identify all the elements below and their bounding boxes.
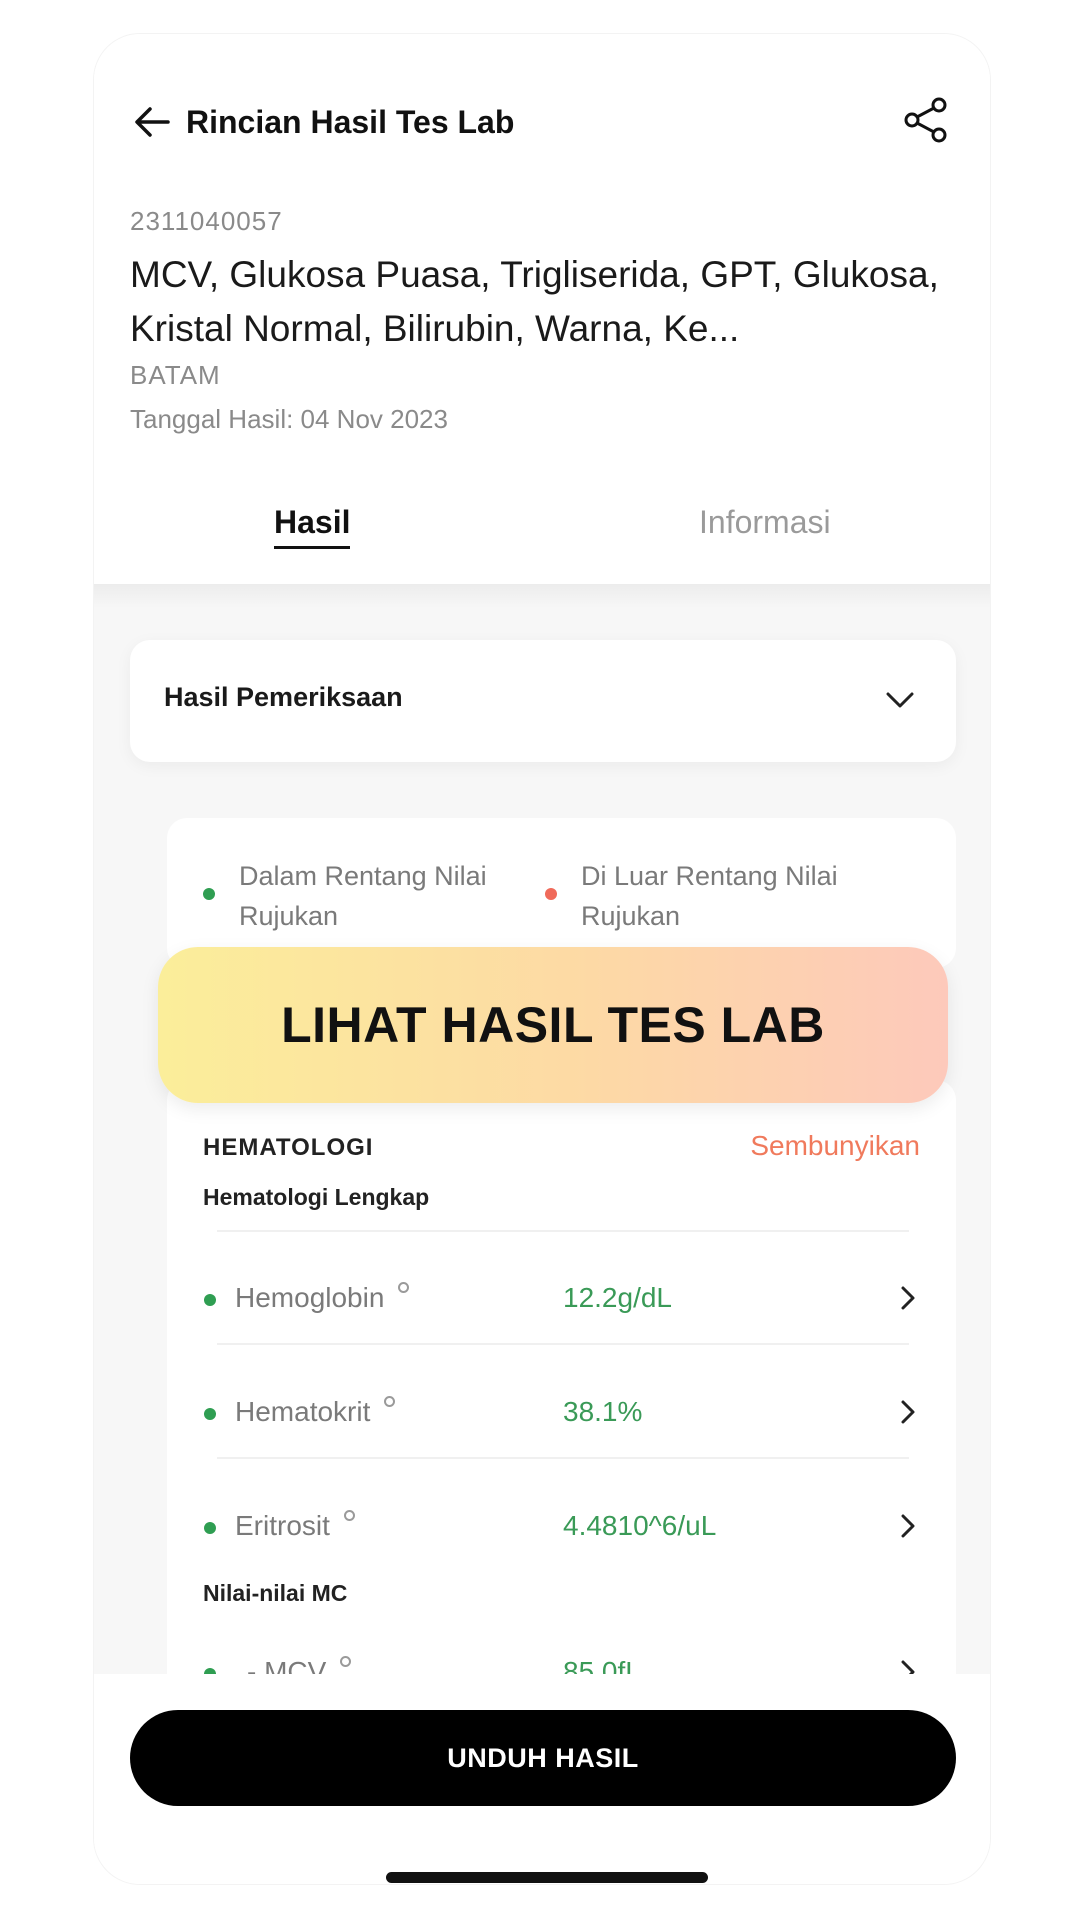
legend-out-range: Di Luar Rentang Nilai Rujukan — [545, 856, 925, 936]
result-date: Tanggal Hasil: 04 Nov 2023 — [130, 404, 448, 434]
legend-in-range-label: Dalam Rentang Nilai Rujukan — [239, 861, 487, 931]
info-icon[interactable] — [343, 1510, 355, 1521]
table-row[interactable]: - MCV 85.0fL — [167, 1644, 956, 1674]
banner-text: LIHAT HASIL TES LAB — [281, 997, 825, 1053]
bottom-bar: UNDUH HASIL — [94, 1674, 990, 1884]
promo-banner[interactable]: LIHAT HASIL TES LAB — [158, 947, 948, 1103]
chevron-right-icon — [901, 1660, 915, 1674]
chevron-right-icon — [901, 1514, 915, 1538]
results-accordion[interactable]: Hasil Pemeriksaan — [130, 640, 956, 762]
result-value: 4.4810^6/uL — [563, 1510, 717, 1541]
share-icon[interactable] — [900, 94, 952, 146]
download-button[interactable]: UNDUH HASIL — [130, 1710, 956, 1806]
red-dot-icon — [545, 888, 557, 900]
tab-hasil[interactable]: Hasil — [274, 500, 351, 549]
order-number: 2311040057 — [130, 206, 283, 236]
section-header: HEMATOLOGI — [203, 1134, 374, 1161]
tab-informasi[interactable]: Informasi — [699, 500, 831, 544]
chevron-right-icon — [901, 1400, 915, 1424]
chevron-down-icon — [886, 692, 914, 708]
info-icon[interactable] — [340, 1656, 352, 1667]
results-card: HEMATOLOGI Sembunyikan Hematologi Lengka… — [167, 1080, 956, 1674]
info-icon[interactable] — [398, 1282, 410, 1293]
test-list: MCV, Glukosa Puasa, Trigliserida, GPT, G… — [130, 254, 939, 349]
content-shadow — [94, 584, 990, 608]
group-title: Hematologi Lengkap — [203, 1184, 430, 1210]
table-row[interactable]: Hematokrit 38.1% — [167, 1384, 956, 1444]
hide-link[interactable]: Sembunyikan — [750, 1130, 920, 1162]
result-value: 12.2g/dL — [563, 1282, 672, 1313]
result-value: 38.1% — [563, 1396, 643, 1427]
green-dot-icon — [203, 888, 215, 900]
divider — [217, 1457, 909, 1459]
status-dot-icon — [204, 1408, 216, 1420]
result-name: Eritrosit — [235, 1510, 355, 1542]
home-indicator[interactable] — [386, 1872, 708, 1883]
results-content[interactable]: Hasil Pemeriksaan Dalam Rentang Nilai Ru… — [94, 584, 990, 1674]
arrow-left-icon[interactable] — [130, 100, 174, 144]
divider — [217, 1230, 909, 1232]
info-icon[interactable] — [384, 1396, 396, 1407]
result-name: Hemoglobin — [235, 1282, 410, 1314]
page-header: Rincian Hasil Tes Lab 2311040057 MCV, Gl… — [94, 34, 990, 584]
chevron-right-icon — [901, 1286, 915, 1310]
table-row[interactable]: Eritrosit 4.4810^6/uL — [167, 1498, 956, 1558]
accordion-title: Hasil Pemeriksaan — [164, 682, 403, 712]
legend-card: Dalam Rentang Nilai Rujukan Di Luar Rent… — [167, 818, 956, 968]
status-dot-icon — [204, 1294, 216, 1306]
table-row[interactable]: Hemoglobin 12.2g/dL — [167, 1270, 956, 1330]
legend-out-range-label: Di Luar Rentang Nilai Rujukan — [581, 861, 838, 931]
status-dot-icon — [204, 1522, 216, 1534]
group-title: Nilai-nilai MC — [203, 1580, 348, 1606]
result-value: 85.0fL — [563, 1656, 641, 1674]
divider — [217, 1343, 909, 1345]
page-title: Rincian Hasil Tes Lab — [186, 104, 515, 140]
legend-in-range: Dalam Rentang Nilai Rujukan — [203, 856, 533, 936]
result-name: Hematokrit — [235, 1396, 396, 1428]
lab-location: BATAM — [130, 360, 221, 390]
result-name: - MCV — [247, 1656, 352, 1674]
